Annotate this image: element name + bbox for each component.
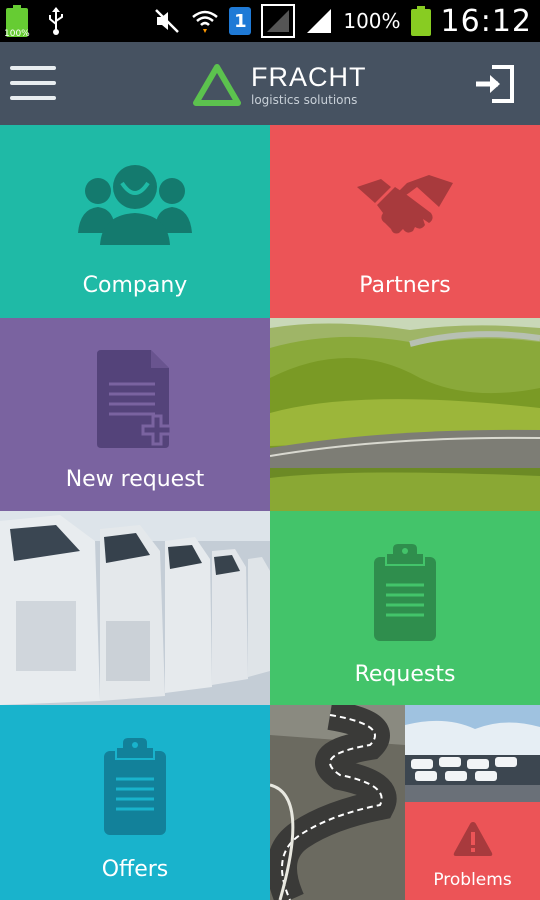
tile-requests[interactable]: Requests xyxy=(270,511,540,705)
usb-icon xyxy=(49,7,63,35)
landscape-hills-photo xyxy=(270,318,540,511)
status-bar: 100% 1 100% 16:12 xyxy=(0,0,540,42)
triangle-logo-icon xyxy=(193,64,241,106)
sim-card-icon: 1 xyxy=(229,7,252,35)
app-header: FRACHT logistics solutions xyxy=(0,42,540,125)
tile-new-request[interactable]: New request xyxy=(0,318,270,511)
battery-icon xyxy=(410,6,431,36)
tile-problems-label: Problems xyxy=(433,870,512,890)
hamburger-menu-icon[interactable] xyxy=(10,66,56,102)
handshake-icon xyxy=(357,175,453,234)
clipboard-icon xyxy=(374,543,436,641)
tile-problems[interactable]: Problems xyxy=(405,802,540,900)
warning-icon xyxy=(453,822,492,856)
mute-icon xyxy=(155,9,180,33)
signal-outline-icon xyxy=(261,4,296,38)
tile-company-label: Company xyxy=(82,273,188,298)
signal-strength-icon xyxy=(307,9,332,33)
brand-name: FRACHT xyxy=(251,62,367,92)
tile-partners[interactable]: Partners xyxy=(270,125,540,318)
sign-in-icon[interactable] xyxy=(474,64,516,104)
group-icon xyxy=(78,165,192,245)
wifi-icon xyxy=(192,10,219,33)
clipboard-icon xyxy=(104,737,166,835)
battery-small-icon: 100% xyxy=(4,5,30,39)
tile-partners-label: Partners xyxy=(359,273,451,298)
add-document-icon xyxy=(97,350,173,448)
tile-offers-label: Offers xyxy=(101,857,169,882)
car-carrier-photo xyxy=(405,705,540,802)
winding-road-photo xyxy=(270,705,405,900)
tile-new-request-label: New request xyxy=(65,467,205,492)
tile-offers[interactable]: Offers xyxy=(0,705,270,900)
tile-company[interactable]: Company xyxy=(0,125,270,318)
tile-requests-label: Requests xyxy=(354,662,456,687)
battery-small-label: 100% xyxy=(4,29,30,39)
battery-percent: 100% xyxy=(343,9,401,33)
brand-logo: FRACHT logistics solutions xyxy=(193,60,367,110)
clock: 16:12 xyxy=(440,3,532,39)
brand-tagline: logistics solutions xyxy=(251,93,358,107)
trucks-photo xyxy=(0,511,270,705)
